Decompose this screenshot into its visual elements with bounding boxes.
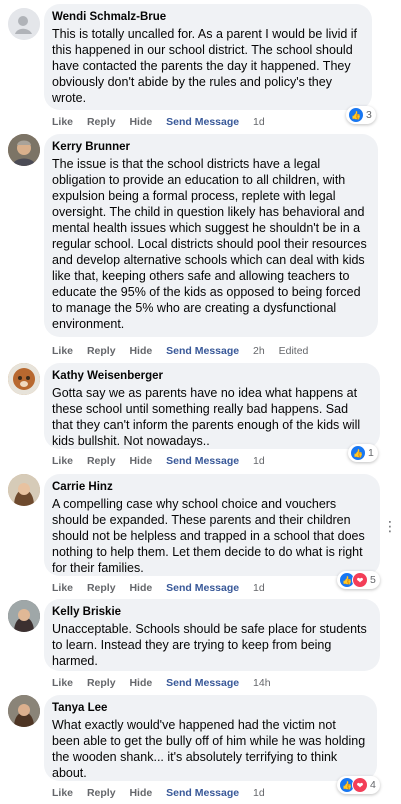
avatar[interactable] — [8, 8, 40, 40]
avatar[interactable] — [8, 474, 40, 506]
comment-text: What exactly would've happened had the v… — [52, 718, 366, 780]
send-message-link[interactable]: Send Message — [166, 787, 239, 799]
thumbs-up-icon: 👍 — [350, 445, 366, 461]
comment-actions: Like Reply Hide Send Message 1d — [52, 115, 276, 129]
comment-bubble: Wendi Schmalz-Brue This is totally uncal… — [44, 4, 372, 110]
send-message-link[interactable]: Send Message — [166, 116, 239, 128]
like-link[interactable]: Like — [52, 677, 73, 689]
like-link[interactable]: Like — [52, 787, 73, 799]
reaction-summary[interactable]: 👍 1 — [348, 444, 378, 462]
reply-link[interactable]: Reply — [87, 677, 116, 689]
comment-actions: Like Reply Hide Send Message 2h Edited — [52, 344, 319, 358]
reply-link[interactable]: Reply — [87, 116, 116, 128]
comment-actions: Like Reply Hide Send Message 1d — [52, 454, 276, 468]
comment-author[interactable]: Wendi Schmalz-Brue — [52, 10, 362, 24]
comment-bubble: Tanya Lee What exactly would've happened… — [44, 695, 377, 781]
reply-link[interactable]: Reply — [87, 582, 116, 594]
avatar-photo-icon — [8, 134, 40, 166]
timestamp[interactable]: 1d — [253, 582, 265, 594]
comment-text: This is totally uncalled for. As a paren… — [52, 27, 358, 105]
send-message-link[interactable]: Send Message — [166, 677, 239, 689]
reaction-count: 4 — [370, 779, 376, 791]
comment: Kelly Briskie Unacceptable. Schools shou… — [0, 596, 401, 692]
reaction-summary[interactable]: 👍 ❤ 5 — [337, 571, 380, 589]
comment-author[interactable]: Carrie Hinz — [52, 480, 370, 494]
hide-link[interactable]: Hide — [129, 787, 152, 799]
comment-text: Gotta say we as parents have no idea wha… — [52, 386, 361, 448]
reaction-summary[interactable]: 👍 ❤ 4 — [337, 776, 380, 794]
avatar-photo-icon — [8, 363, 40, 395]
comment-author[interactable]: Kelly Briskie — [52, 605, 370, 619]
comment: Tanya Lee What exactly would've happened… — [0, 692, 401, 804]
timestamp[interactable]: 14h — [253, 677, 271, 689]
avatar-photo-icon — [8, 600, 40, 632]
reply-link[interactable]: Reply — [87, 345, 116, 357]
comment: Kerry Brunner The issue is that the scho… — [0, 131, 401, 359]
comment: Carrie Hinz A compelling case why school… — [0, 470, 401, 596]
comment-bubble: Carrie Hinz A compelling case why school… — [44, 474, 380, 576]
comment-author[interactable]: Tanya Lee — [52, 701, 367, 715]
comment-actions: Like Reply Hide Send Message 14h — [52, 676, 282, 690]
send-message-link[interactable]: Send Message — [166, 345, 239, 357]
more-dots-icon[interactable]: ⋮ — [383, 519, 397, 533]
avatar[interactable] — [8, 600, 40, 632]
hide-link[interactable]: Hide — [129, 455, 152, 467]
thumbs-up-icon: 👍 — [348, 107, 364, 123]
timestamp[interactable]: 1d — [253, 455, 265, 467]
reaction-count: 5 — [370, 574, 376, 586]
like-link[interactable]: Like — [52, 345, 73, 357]
avatar[interactable] — [8, 363, 40, 395]
like-link[interactable]: Like — [52, 455, 73, 467]
reply-link[interactable]: Reply — [87, 787, 116, 799]
reaction-summary[interactable]: 👍 3 — [346, 106, 376, 124]
comment: Wendi Schmalz-Brue This is totally uncal… — [0, 0, 401, 128]
send-message-link[interactable]: Send Message — [166, 455, 239, 467]
like-link[interactable]: Like — [52, 582, 73, 594]
comment-text: The issue is that the school districts h… — [52, 157, 367, 331]
comment-author[interactable]: Kathy Weisenberger — [52, 369, 370, 383]
reaction-count: 3 — [366, 109, 372, 121]
comment-text: Unacceptable. Schools should be safe pla… — [52, 622, 367, 668]
edited-label: Edited — [278, 345, 309, 357]
hide-link[interactable]: Hide — [129, 582, 152, 594]
comment-text: A compelling case why school choice and … — [52, 497, 365, 575]
reply-link[interactable]: Reply — [87, 455, 116, 467]
reaction-count: 1 — [368, 447, 374, 459]
like-link[interactable]: Like — [52, 116, 73, 128]
comment-bubble: Kathy Weisenberger Gotta say we as paren… — [44, 363, 380, 449]
heart-icon: ❤ — [352, 777, 368, 793]
avatar-photo-icon — [8, 695, 40, 727]
comment-bubble: Kerry Brunner The issue is that the scho… — [44, 134, 378, 337]
timestamp[interactable]: 1d — [253, 116, 265, 128]
hide-link[interactable]: Hide — [129, 677, 152, 689]
avatar-placeholder-icon — [8, 8, 40, 40]
hide-link[interactable]: Hide — [129, 116, 152, 128]
timestamp[interactable]: 1d — [253, 787, 265, 799]
timestamp[interactable]: 2h — [253, 345, 265, 357]
comment: Kathy Weisenberger Gotta say we as paren… — [0, 359, 401, 470]
send-message-link[interactable]: Send Message — [166, 582, 239, 594]
comment-bubble: Kelly Briskie Unacceptable. Schools shou… — [44, 599, 380, 671]
heart-icon: ❤ — [352, 572, 368, 588]
comment-actions: Like Reply Hide Send Message 1d — [52, 786, 276, 800]
hide-link[interactable]: Hide — [129, 345, 152, 357]
comment-author[interactable]: Kerry Brunner — [52, 140, 368, 154]
avatar[interactable] — [8, 695, 40, 727]
avatar[interactable] — [8, 134, 40, 166]
avatar-photo-icon — [8, 474, 40, 506]
comment-actions: Like Reply Hide Send Message 1d — [52, 581, 276, 595]
